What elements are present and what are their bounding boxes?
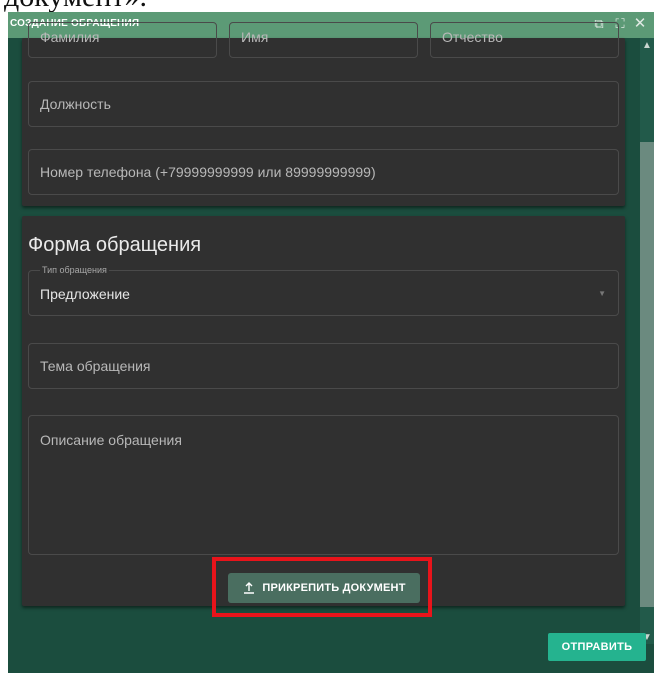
- name-placeholder: Имя: [241, 29, 269, 45]
- subject-placeholder: Тема обращения: [40, 358, 151, 374]
- appeal-type-label: Тип обращения: [40, 265, 109, 275]
- scrollbar-thumb[interactable]: [640, 142, 654, 607]
- dialog-window: СОЗДАНИЕ ОБРАЩЕНИЯ ⧉ ⛶ ✕ ▲ ▼ Фамилия Имя…: [8, 12, 654, 673]
- position-field[interactable]: Должность: [28, 81, 619, 127]
- background-heading-text: документ».: [4, 0, 147, 12]
- appeal-type-value: Предложение: [40, 286, 130, 302]
- description-placeholder: Описание обращения: [40, 432, 182, 448]
- patronymic-placeholder: Отчество: [442, 29, 503, 45]
- phone-field[interactable]: Номер телефона (+79999999999 или 8999999…: [28, 149, 619, 195]
- appeal-type-select[interactable]: Тип обращения Предложение ▼: [28, 265, 619, 316]
- submit-button[interactable]: ОТПРАВИТЬ: [548, 633, 646, 661]
- phone-placeholder: Номер телефона (+79999999999 или 8999999…: [40, 164, 376, 180]
- chevron-down-icon: ▼: [598, 289, 606, 298]
- surname-field[interactable]: Фамилия: [28, 22, 217, 58]
- name-field[interactable]: Имя: [229, 22, 418, 58]
- highlight-frame: [212, 557, 432, 617]
- form-section-title: Форма обращения: [28, 234, 202, 256]
- patronymic-field[interactable]: Отчество: [430, 22, 619, 58]
- close-icon[interactable]: ✕: [632, 16, 648, 32]
- contact-card: Фамилия Имя Отчество Должность Номер тел…: [22, 22, 625, 206]
- surname-placeholder: Фамилия: [40, 29, 100, 45]
- subject-field[interactable]: Тема обращения: [28, 343, 619, 389]
- description-textarea[interactable]: Описание обращения: [28, 415, 619, 555]
- position-placeholder: Должность: [40, 96, 111, 112]
- scroll-up-icon[interactable]: ▲: [640, 40, 654, 51]
